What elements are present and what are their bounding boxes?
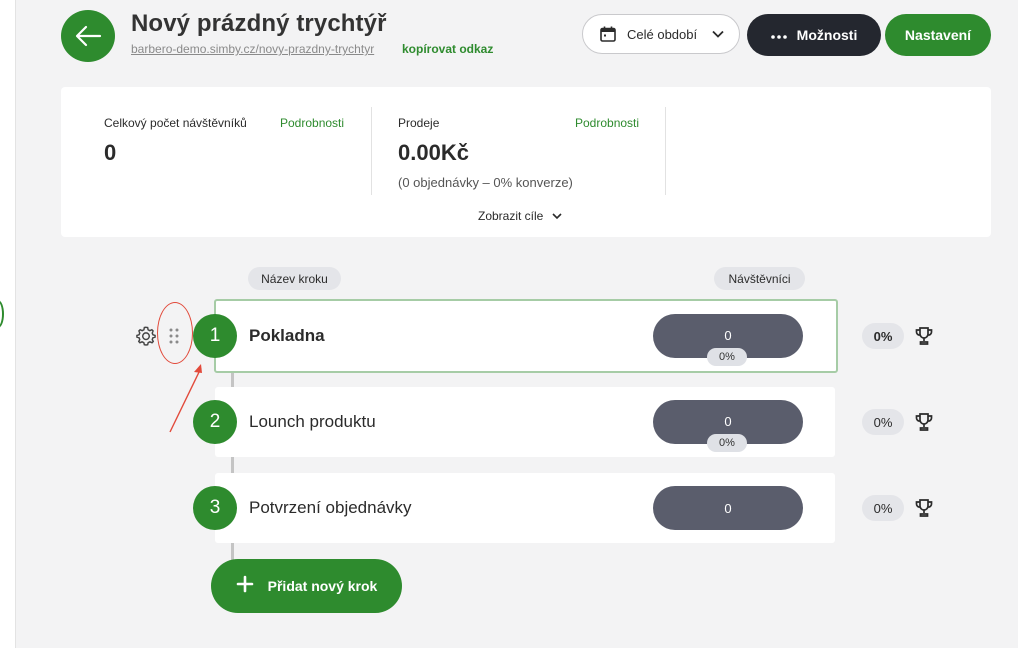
- step-rate-badge: 0%: [707, 348, 747, 366]
- trophy-icon[interactable]: [913, 497, 935, 519]
- annotation-arrow: [169, 364, 202, 433]
- step-number-badge: 3: [193, 486, 237, 530]
- visitors-label: Celkový počet návštěvníků: [104, 116, 247, 130]
- trophy-icon[interactable]: [913, 325, 935, 347]
- calendar-icon: [599, 25, 617, 43]
- sales-value: 0.00Kč: [398, 140, 469, 165]
- left-panel-edge: [0, 0, 16, 648]
- copy-link-button[interactable]: kopírovat odkaz: [402, 42, 493, 56]
- step-name[interactable]: Pokladna: [249, 326, 325, 346]
- more-horizontal-icon: [770, 27, 787, 43]
- chevron-down-icon: [711, 27, 725, 41]
- add-step-label: Přidat nový krok: [267, 578, 378, 594]
- back-button[interactable]: [61, 10, 115, 62]
- options-button-label: Možnosti: [796, 27, 858, 43]
- stats-divider: [371, 107, 372, 195]
- column-header-step-name: Název kroku: [248, 267, 341, 290]
- funnel-url-link[interactable]: barbero-demo.simby.cz/novy-prazdny-trych…: [131, 42, 374, 56]
- step-visitors-count: 0: [724, 327, 732, 343]
- step-name[interactable]: Potvrzení objednávky: [249, 498, 412, 518]
- stats-card: Celkový počet návštěvníků Podrobnosti 0 …: [61, 87, 991, 237]
- step-conversion-chip: 0%: [862, 495, 904, 521]
- show-goals-toggle[interactable]: Zobrazit cíle: [478, 209, 563, 223]
- options-button[interactable]: Možnosti: [747, 14, 881, 56]
- step-conversion-chip: 0%: [862, 323, 904, 349]
- step-conversion-chip: 0%: [862, 409, 904, 435]
- step-visitors-pill: 0: [653, 486, 803, 530]
- period-select[interactable]: Celé období: [582, 14, 740, 54]
- show-goals-label: Zobrazit cíle: [478, 209, 544, 223]
- plus-icon: [236, 574, 254, 598]
- sales-label: Prodeje: [398, 116, 440, 130]
- column-header-visitors: Návštěvníci: [714, 267, 805, 290]
- arrow-left-icon: [75, 25, 102, 47]
- stats-divider: [665, 107, 666, 195]
- step-visitors-count: 0: [724, 500, 732, 516]
- settings-button[interactable]: Nastavení: [885, 14, 991, 56]
- gear-icon[interactable]: [135, 325, 157, 347]
- visitors-value: 0: [104, 140, 117, 165]
- visitors-details-link[interactable]: Podrobnosti: [280, 116, 344, 130]
- step-visitors-count: 0: [724, 413, 732, 429]
- chevron-down-icon: [551, 210, 563, 222]
- step-rate-badge: 0%: [707, 434, 747, 452]
- period-select-label: Celé období: [627, 26, 698, 42]
- step-number-badge: 1: [193, 314, 237, 358]
- step-name[interactable]: Lounch produktu: [249, 412, 376, 432]
- sales-details-link[interactable]: Podrobnosti: [575, 116, 639, 130]
- trophy-icon[interactable]: [913, 411, 935, 433]
- page-title: Nový prázdný trychtýř: [131, 10, 387, 37]
- annotation-circle: [157, 302, 193, 364]
- sales-note: (0 objednávky – 0% konverze): [398, 175, 573, 190]
- add-step-button[interactable]: Přidat nový krok: [211, 559, 402, 613]
